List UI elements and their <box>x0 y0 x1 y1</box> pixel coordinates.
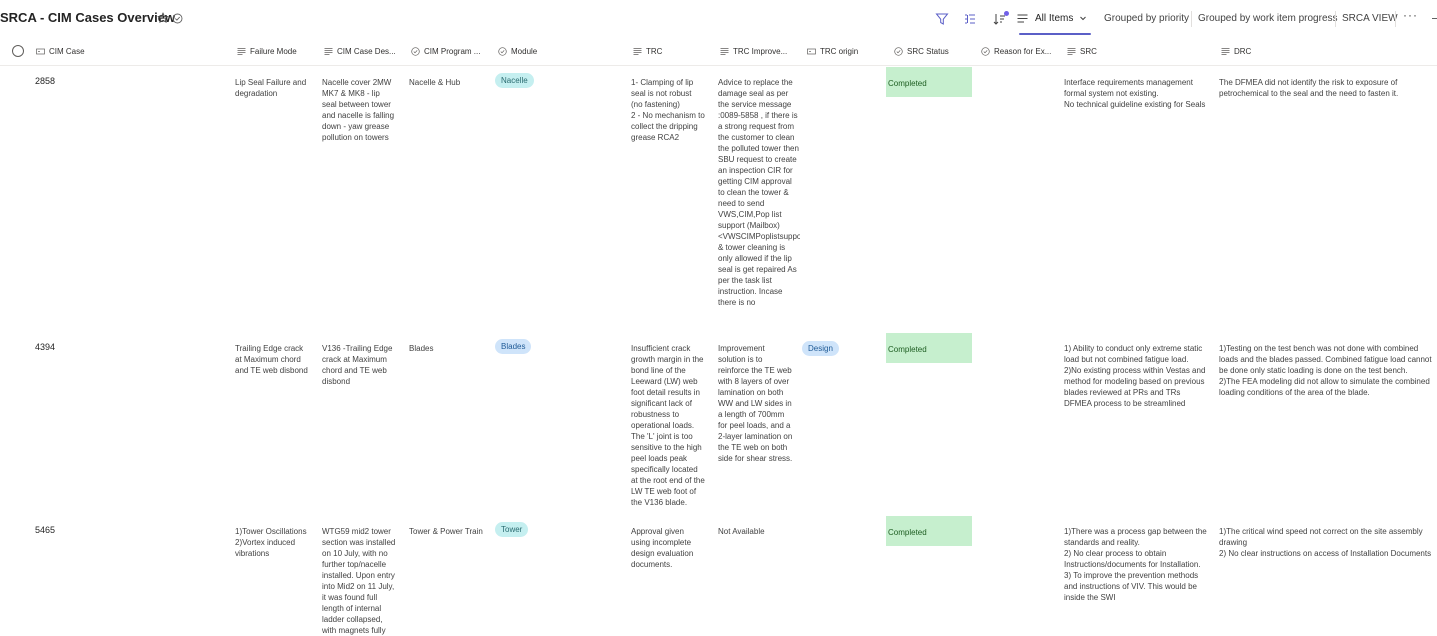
program-cell: Tower & Power Train <box>409 527 483 536</box>
column-header-label: TRC Improve... <box>733 47 788 56</box>
column-header-trc-origin[interactable]: TRC origin <box>807 38 885 65</box>
trc-cell: Insufficient crack growth margin in the … <box>631 344 705 507</box>
program-cell: Nacelle & Hub <box>409 78 461 87</box>
cim-case-cell[interactable]: 2858 <box>35 76 215 87</box>
divider <box>1395 11 1396 27</box>
collapse-icon[interactable] <box>1432 18 1437 19</box>
program-cell: Blades <box>409 344 434 353</box>
column-header-label: Failure Mode <box>250 47 297 56</box>
group-by-icon[interactable] <box>962 11 978 27</box>
column-header-src[interactable]: SRC <box>1067 38 1207 65</box>
cim-case-cell[interactable]: 4394 <box>35 342 215 353</box>
module-pill[interactable]: Nacelle <box>495 73 534 88</box>
list-view-icon <box>1017 14 1028 22</box>
column-header-label: TRC origin <box>820 47 859 56</box>
multiline-text-icon <box>1067 48 1076 55</box>
tab-srca-view[interactable]: SRCA VIEW <box>1342 13 1398 24</box>
tab-grouped-by-work-item-progress[interactable]: Grouped by work item progress <box>1198 13 1338 24</box>
filter-icon[interactable] <box>934 11 950 27</box>
column-header-row: CIM Case Failure Mode CIM Case Des... CI… <box>0 38 1437 66</box>
trc-origin-pill[interactable]: Design <box>802 341 839 356</box>
failure-mode-cell: Trailing Edge crack at Maximum chord and… <box>235 344 308 375</box>
divider <box>1191 11 1192 27</box>
src-status-cell[interactable]: Completed <box>886 67 972 97</box>
trc-cell: 1- Clamping of lip seal is not robust (n… <box>631 78 705 142</box>
src-cell: 1)There was a process gap between the st… <box>1064 527 1207 602</box>
column-header-src-status[interactable]: SRC Status <box>894 38 974 65</box>
active-view-indicator <box>1019 33 1091 35</box>
column-header-label: CIM Program ... <box>424 47 481 56</box>
page-title: SRCA - CIM Cases Overview <box>0 10 176 25</box>
multiline-text-icon <box>720 48 729 55</box>
view-switcher[interactable]: All Items <box>1016 5 1087 31</box>
column-header-label: DRC <box>1234 47 1252 56</box>
drc-cell: 1)The critical wind speed not correct on… <box>1219 527 1432 558</box>
text-field-icon <box>36 48 45 55</box>
column-header-module[interactable]: Module <box>498 38 618 65</box>
description-cell: V136 -Trailing Edge crack at Maximum cho… <box>322 344 393 386</box>
trc-improvement-cell: Advice to replace the damage seal as per… <box>718 78 800 307</box>
table-row[interactable]: 2858 Lip Seal Failure and degradation Na… <box>0 67 1437 329</box>
more-options-button[interactable]: ··· <box>1403 8 1418 22</box>
column-header-cim-program[interactable]: CIM Program ... <box>411 38 493 65</box>
column-header-label: CIM Case Des... <box>337 47 396 56</box>
column-header-trc-improvement[interactable]: TRC Improve... <box>720 38 800 65</box>
column-header-label: Module <box>511 47 538 56</box>
trc-improvement-cell: Not Available <box>718 527 765 536</box>
multiline-text-icon <box>633 48 642 55</box>
choice-icon <box>981 47 990 56</box>
module-pill[interactable]: Tower <box>495 522 529 537</box>
column-header-label: SRC Status <box>907 47 949 56</box>
cim-case-cell[interactable]: 5465 <box>35 525 215 536</box>
multiline-text-icon <box>324 48 333 55</box>
view-switcher-label: All Items <box>1035 12 1074 24</box>
module-pill[interactable]: Blades <box>495 339 532 354</box>
description-cell: Nacelle cover 2MW MK7 & MK8 - lip seal b… <box>322 78 395 142</box>
src-status-cell[interactable]: Completed <box>886 333 972 363</box>
column-header-cim-case[interactable]: CIM Case <box>36 38 216 65</box>
choice-icon <box>411 47 420 56</box>
drc-cell: The DFMEA did not identify the risk to e… <box>1219 78 1399 98</box>
column-header-failure-mode[interactable]: Failure Mode <box>237 38 317 65</box>
src-cell: 1) Ability to conduct only extreme stati… <box>1064 344 1206 408</box>
star-icon[interactable] <box>157 12 169 24</box>
failure-mode-cell: 1)Tower Oscillations 2)Vortex induced vi… <box>235 527 307 558</box>
column-header-cim-case-description[interactable]: CIM Case Des... <box>324 38 402 65</box>
trc-improvement-cell: Improvement solution is to reinforce the… <box>718 344 793 463</box>
sort-indicator-dot <box>1004 11 1009 16</box>
column-header-drc[interactable]: DRC <box>1221 38 1431 65</box>
column-header-label: CIM Case <box>49 47 85 56</box>
multiline-text-icon <box>1221 48 1230 55</box>
divider <box>1335 11 1336 27</box>
choice-icon <box>894 47 903 56</box>
command-bar: SRCA - CIM Cases Overview All Items Grou… <box>0 0 1437 38</box>
src-status-cell[interactable]: Completed <box>886 516 972 546</box>
drc-cell: 1)Testing on the test bench was not done… <box>1219 344 1432 397</box>
tab-grouped-by-priority[interactable]: Grouped by priority <box>1104 13 1189 24</box>
column-header-trc[interactable]: TRC <box>633 38 713 65</box>
table-row[interactable]: 5465 1)Tower Oscillations 2)Vortex induc… <box>0 516 1437 636</box>
multiline-text-icon <box>237 48 246 55</box>
sync-status-icon[interactable] <box>172 13 183 24</box>
text-field-icon <box>807 48 816 55</box>
column-header-reason-for-exception[interactable]: Reason for Ex... <box>981 38 1061 65</box>
failure-mode-cell: Lip Seal Failure and degradation <box>235 78 307 98</box>
column-header-label: TRC <box>646 47 663 56</box>
table-row[interactable]: 4394 Trailing Edge crack at Maximum chor… <box>0 333 1437 515</box>
column-header-label: Reason for Ex... <box>994 47 1052 56</box>
column-header-label: SRC <box>1080 47 1097 56</box>
select-all-radio[interactable] <box>12 45 24 57</box>
src-cell: Interface requirements management formal… <box>1064 78 1206 109</box>
choice-icon <box>498 47 507 56</box>
trc-cell: Approval given using incomplete design e… <box>631 527 694 569</box>
description-cell: WTG59 mid2 tower section was installed o… <box>322 527 396 635</box>
chevron-down-icon <box>1080 16 1087 21</box>
